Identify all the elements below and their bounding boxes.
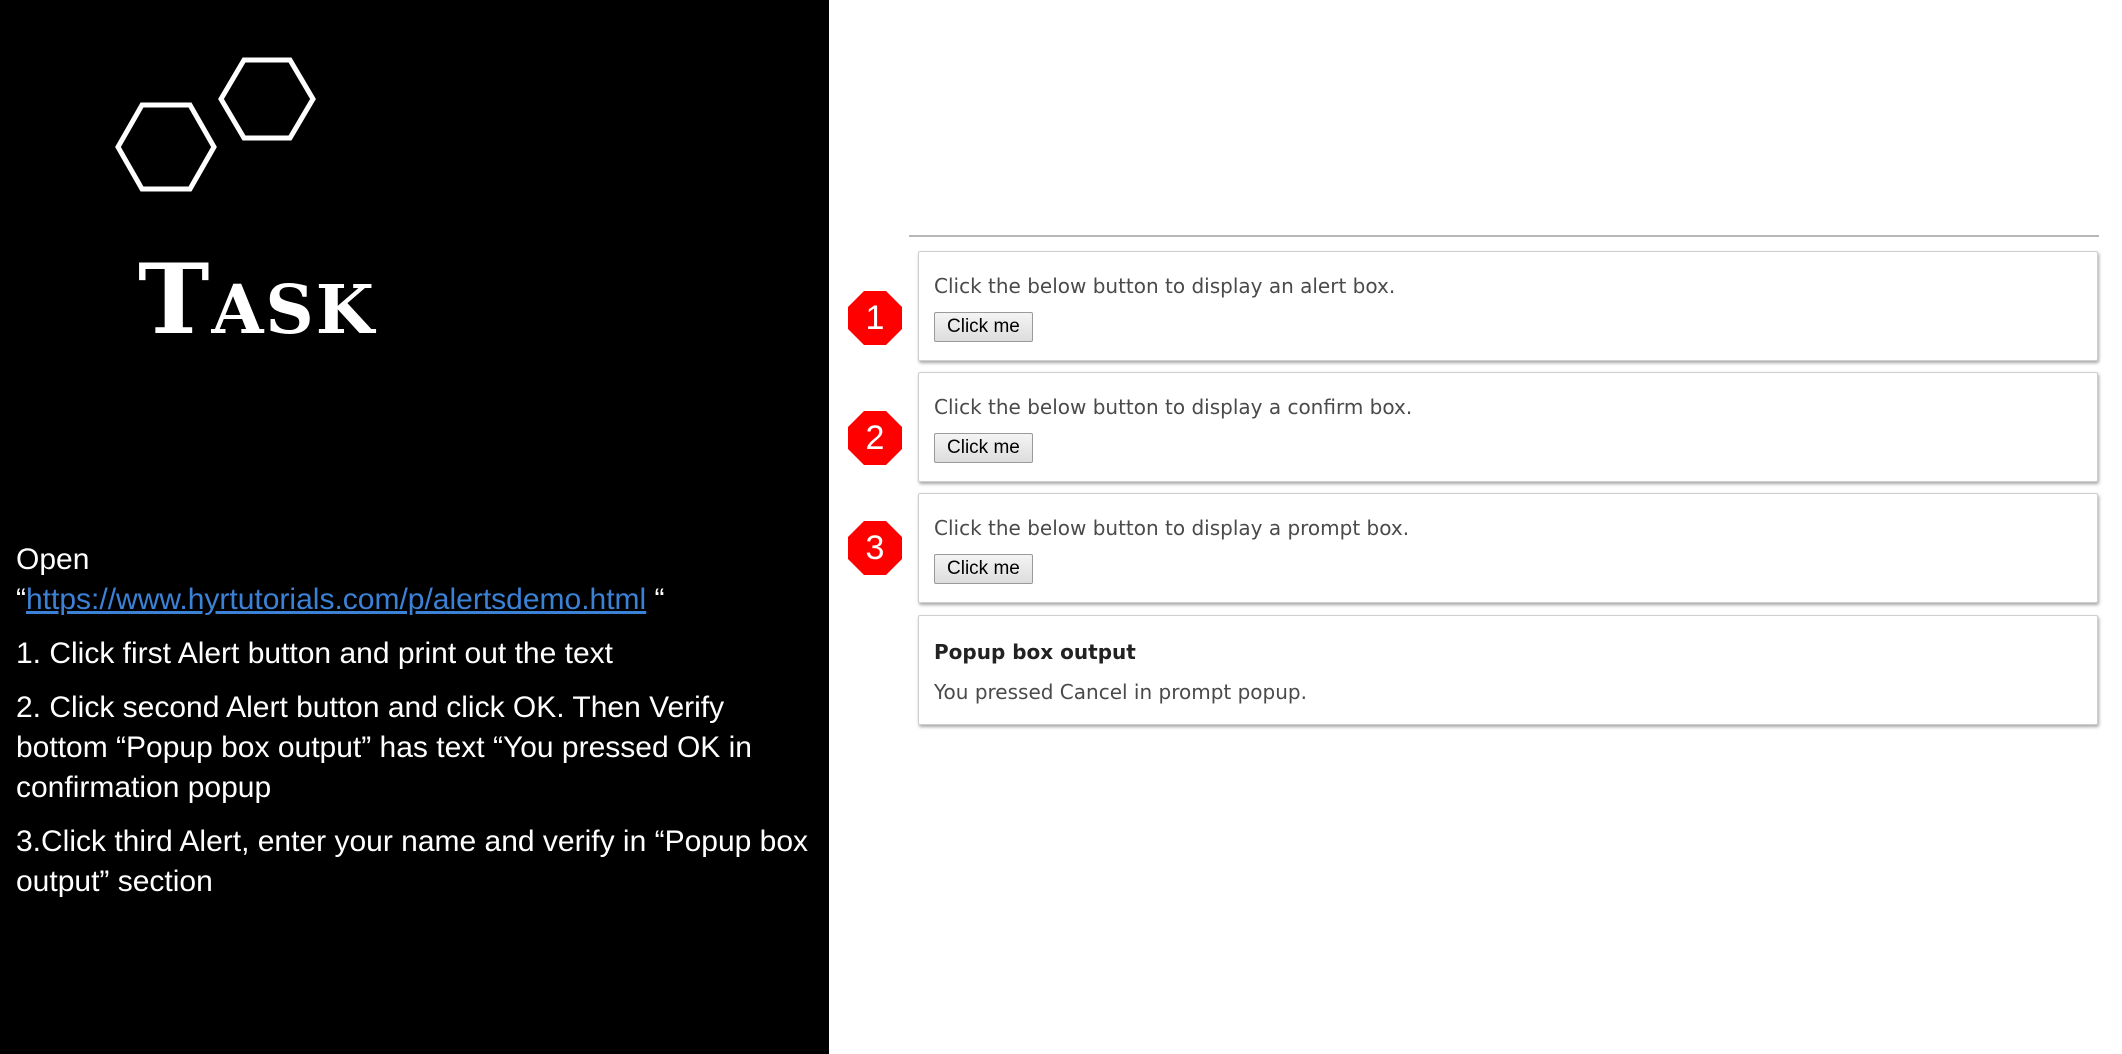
- badge-number: 2: [865, 418, 885, 457]
- slide: Task Open “https://www.hyrtutorials.com/…: [0, 0, 2122, 1054]
- step-badge-3: 3: [847, 520, 903, 576]
- confirm-button[interactable]: Click me: [934, 433, 1033, 463]
- alert-description: Click the below button to display an ale…: [934, 274, 1396, 298]
- demo-screenshot: 1 Click the below button to display an a…: [829, 0, 2122, 1054]
- confirm-box-section: Click the below button to display a conf…: [918, 372, 2098, 482]
- badge-number: 1: [865, 298, 885, 337]
- quote-open: “: [16, 583, 26, 616]
- open-label: Open: [16, 543, 90, 576]
- step-1: 1. Click first Alert button and print ou…: [16, 637, 613, 670]
- prompt-button[interactable]: Click me: [934, 554, 1033, 584]
- confirm-description: Click the below button to display a conf…: [934, 395, 1413, 419]
- output-text: You pressed Cancel in prompt popup.: [934, 680, 1307, 704]
- step-3: 3.Click third Alert, enter your name and…: [16, 825, 809, 898]
- step-2: 2. Click second Alert button and click O…: [16, 691, 752, 804]
- alert-box-section: Click the below button to display an ale…: [918, 251, 2098, 361]
- prompt-box-section: Click the below button to display a prom…: [918, 493, 2098, 603]
- instructions: Open “https://www.hyrtutorials.com/p/ale…: [16, 540, 816, 916]
- output-title: Popup box output: [934, 640, 1136, 664]
- prompt-description: Click the below button to display a prom…: [934, 516, 1410, 540]
- popup-output-section: Popup box output You pressed Cancel in p…: [918, 615, 2098, 725]
- open-instruction: Open “https://www.hyrtutorials.com/p/ale…: [16, 540, 816, 620]
- step-badge-1: 1: [847, 290, 903, 346]
- quote-close: “: [646, 583, 665, 616]
- step-badge-2: 2: [847, 410, 903, 466]
- divider: [909, 235, 2099, 237]
- hexagon-logo-icon: [115, 57, 316, 192]
- alert-button[interactable]: Click me: [934, 312, 1033, 342]
- demo-url-link[interactable]: https://www.hyrtutorials.com/p/alertsdem…: [26, 583, 646, 616]
- task-title: Task: [138, 243, 377, 356]
- task-panel: Task Open “https://www.hyrtutorials.com/…: [0, 0, 829, 1054]
- badge-number: 3: [865, 528, 885, 567]
